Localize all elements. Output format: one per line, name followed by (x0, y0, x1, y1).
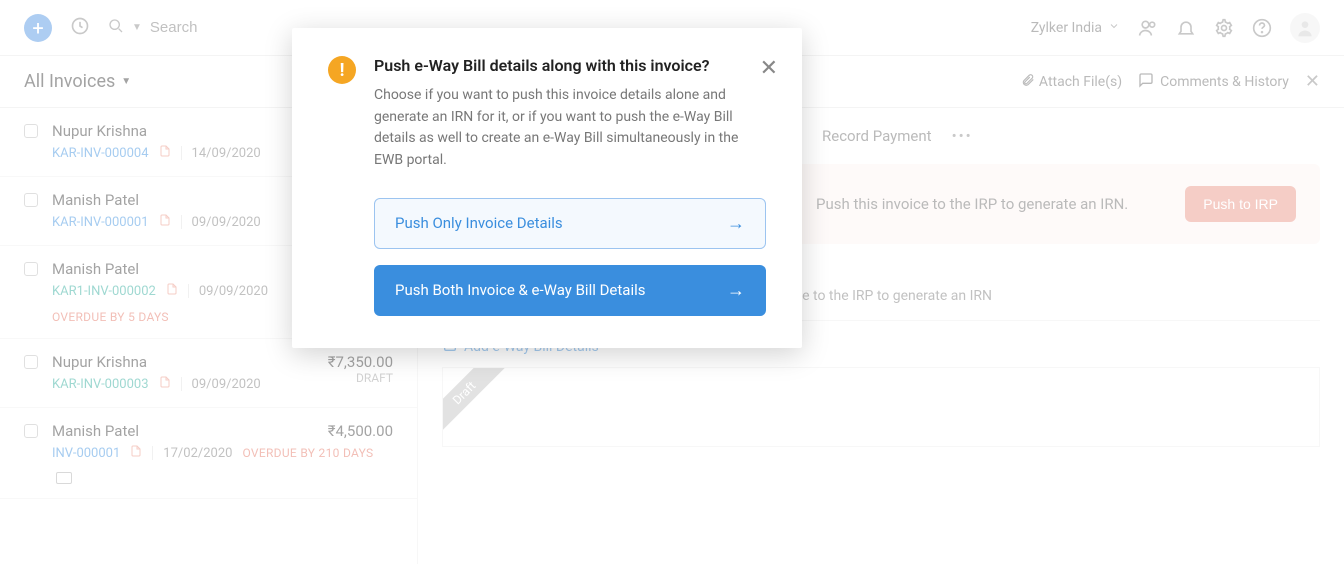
view-title-label: All Invoices (24, 71, 115, 92)
caret-down-icon: ▼ (121, 76, 131, 87)
push-invoice-only-button[interactable]: Push Only Invoice Details → (374, 198, 766, 249)
org-name-label: Zylker India (1031, 20, 1102, 36)
row-checkbox[interactable] (24, 355, 38, 369)
invoice-amount: ₹7,350.00 (328, 353, 393, 371)
invoice-id[interactable]: INV-000001 (52, 446, 120, 461)
close-detail-button[interactable]: ✕ (1305, 71, 1320, 92)
invoice-date: 09/09/2020 (192, 377, 261, 392)
search-filter-caret-icon[interactable]: ▼ (132, 22, 142, 33)
view-title-dropdown[interactable]: All Invoices ▼ (24, 71, 131, 92)
invoice-date: 09/09/2020 (192, 215, 261, 230)
modal-close-button[interactable]: ✕ (760, 56, 778, 81)
overdue-label: OVERDUE BY 5 DAYS (52, 310, 169, 324)
doc-icon (130, 444, 142, 462)
comments-label: Comments & History (1160, 74, 1289, 90)
chevron-down-icon (1108, 20, 1120, 36)
attach-label: Attach File(s) (1039, 74, 1122, 90)
push-eway-modal: ✕ ! Push e-Way Bill details along with t… (292, 28, 802, 348)
quick-add-button[interactable]: + (24, 14, 52, 42)
modal-title: Push e-Way Bill details along with this … (374, 56, 766, 75)
push-both-button[interactable]: Push Both Invoice & e-Way Bill Details → (374, 265, 766, 316)
draft-ribbon: Draft (442, 367, 510, 438)
doc-icon (159, 213, 171, 231)
history-icon[interactable] (70, 16, 90, 40)
invoice-id[interactable]: KAR1-INV-000002 (52, 284, 156, 299)
push-invoice-only-label: Push Only Invoice Details (395, 214, 563, 232)
user-avatar[interactable] (1290, 13, 1320, 43)
doc-icon (159, 375, 171, 393)
invoice-date: 14/09/2020 (192, 146, 261, 161)
modal-description: Choose if you want to push this invoice … (374, 85, 766, 172)
invoice-id[interactable]: KAR-INV-000001 (52, 215, 149, 230)
invoice-id[interactable]: KAR-INV-000003 (52, 377, 149, 392)
notifications-icon[interactable] (1176, 18, 1196, 38)
arrow-right-icon: → (727, 213, 745, 234)
invoice-status: DRAFT (328, 371, 393, 385)
help-icon[interactable] (1252, 18, 1272, 38)
arrow-right-icon: → (727, 280, 745, 301)
invoice-date: 09/09/2020 (199, 284, 268, 299)
invoice-amount: ₹4,500.00 (328, 422, 393, 440)
search-icon (108, 18, 124, 38)
settings-icon[interactable] (1214, 18, 1234, 38)
mail-icon (56, 472, 72, 484)
row-checkbox[interactable] (24, 424, 38, 438)
doc-icon (159, 144, 171, 162)
invoice-row[interactable]: Manish Patel INV-000001 17/02/2020 OVERD… (0, 408, 417, 499)
more-actions-button[interactable]: ••• (952, 127, 973, 145)
overdue-label: OVERDUE BY 210 DAYS (242, 446, 373, 460)
org-switcher[interactable]: Zylker India (1031, 20, 1120, 36)
row-checkbox[interactable] (24, 193, 38, 207)
comments-history-button[interactable]: Comments & History (1138, 72, 1289, 92)
warning-icon: ! (328, 56, 356, 84)
invoice-date: 17/02/2020 (163, 446, 232, 461)
paperclip-icon (1021, 73, 1035, 91)
users-icon[interactable] (1138, 18, 1158, 38)
doc-icon (166, 282, 178, 300)
push-to-irp-button[interactable]: Push to IRP (1185, 186, 1296, 222)
push-both-label: Push Both Invoice & e-Way Bill Details (395, 281, 646, 299)
attach-files-button[interactable]: Attach File(s) (1021, 73, 1122, 91)
invoice-row[interactable]: Nupur Krishna KAR-INV-000003 09/09/2020 … (0, 339, 417, 408)
comment-icon (1138, 72, 1154, 92)
row-checkbox[interactable] (24, 124, 38, 138)
row-checkbox[interactable] (24, 262, 38, 276)
invoice-preview: Draft (442, 367, 1320, 447)
invoice-id[interactable]: KAR-INV-000004 (52, 146, 149, 161)
record-payment-button[interactable]: Record Payment (822, 127, 932, 145)
